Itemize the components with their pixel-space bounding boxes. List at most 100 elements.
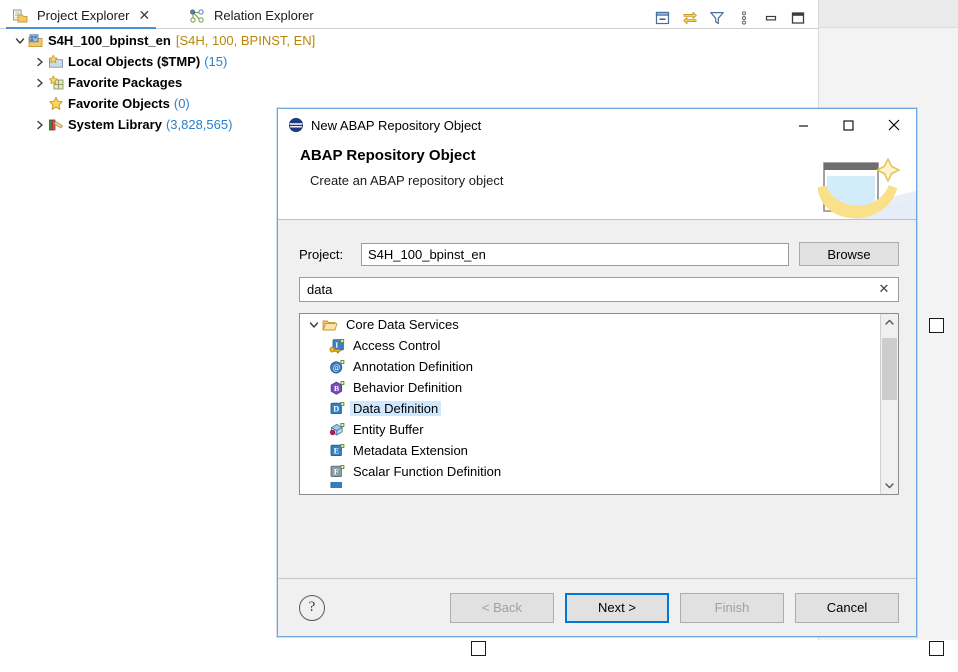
close-icon[interactable]: ✕ bbox=[138, 9, 150, 23]
maximize-icon[interactable] bbox=[790, 10, 806, 26]
dialog-footer: ? < Back Next > Finish Cancel bbox=[278, 579, 916, 636]
partial-item-icon bbox=[329, 482, 345, 488]
system-library-icon bbox=[48, 117, 64, 133]
filter-input[interactable] bbox=[300, 278, 898, 301]
project-row: Project: Browse bbox=[299, 242, 899, 266]
svg-text:F: F bbox=[334, 467, 339, 476]
favorite-packages-icon bbox=[48, 75, 64, 91]
filter-field-wrapper: ✕ bbox=[299, 277, 899, 302]
entity-buffer-icon bbox=[329, 422, 345, 438]
local-objects-icon bbox=[48, 54, 64, 70]
favorite-objects-icon bbox=[48, 96, 64, 112]
dialog-titlebar[interactable]: New ABAP Repository Object bbox=[278, 109, 916, 141]
maximize-button[interactable] bbox=[826, 109, 871, 141]
tree-row[interactable]: S4H_100_bpinst_en [S4H, 100, BPINST, EN] bbox=[0, 30, 818, 51]
list-item-label: Annotation Definition bbox=[350, 359, 476, 374]
eclipse-workbench: Project Explorer ✕ bbox=[0, 0, 958, 672]
tree-row[interactable]: Local Objects ($TMP) (15) bbox=[0, 51, 818, 72]
list-item[interactable]: @ Annotation Definition bbox=[300, 356, 881, 377]
relation-explorer-icon bbox=[189, 8, 205, 24]
no-twisty bbox=[32, 96, 48, 112]
chevron-down-icon[interactable] bbox=[12, 33, 28, 49]
sap-logo-icon bbox=[288, 117, 304, 133]
chevron-right-icon[interactable] bbox=[32, 75, 48, 91]
next-button[interactable]: Next > bbox=[565, 593, 669, 623]
tree-item-count: (3,828,565) bbox=[166, 117, 233, 132]
svg-text:@: @ bbox=[333, 363, 340, 372]
dialog-header: ABAP Repository Object Create an ABAP re… bbox=[278, 141, 916, 220]
tree-item-count: (15) bbox=[204, 54, 227, 69]
filter-icon[interactable] bbox=[709, 10, 725, 26]
dialog-title: New ABAP Repository Object bbox=[311, 118, 781, 133]
behavior-definition-icon: B bbox=[329, 380, 345, 396]
browse-button[interactable]: Browse bbox=[799, 242, 899, 266]
list-item-label: Metadata Extension bbox=[350, 443, 471, 458]
minimize-button[interactable] bbox=[781, 109, 826, 141]
list-scrollbar[interactable] bbox=[880, 314, 898, 494]
data-definition-icon: D bbox=[329, 401, 345, 417]
list-item[interactable]: Core Data Services bbox=[300, 314, 881, 335]
object-type-list-items: Core Data Services I bbox=[300, 314, 881, 494]
svg-text:E: E bbox=[334, 446, 340, 455]
scroll-up-icon[interactable] bbox=[881, 314, 898, 331]
tab-relation-explorer[interactable]: Relation Explorer bbox=[183, 4, 320, 27]
tab-label: Relation Explorer bbox=[214, 8, 314, 23]
view-tabstrip: Project Explorer ✕ bbox=[0, 0, 818, 29]
wizard-buttons: < Back Next > Finish Cancel bbox=[450, 593, 899, 623]
list-item-label: Access Control bbox=[350, 338, 443, 353]
view-toolbar bbox=[655, 9, 806, 27]
tab-project-explorer[interactable]: Project Explorer ✕ bbox=[6, 4, 156, 29]
scrollbar-thumb[interactable] bbox=[882, 338, 897, 400]
dialog-heading: ABAP Repository Object bbox=[300, 147, 476, 164]
dialog-body: Project: Browse ✕ bbox=[278, 220, 916, 636]
list-item[interactable]: Entity Buffer bbox=[300, 419, 881, 440]
svg-text:I: I bbox=[335, 340, 338, 349]
finish-button[interactable]: Finish bbox=[680, 593, 784, 623]
folder-icon bbox=[322, 317, 338, 333]
svg-text:B: B bbox=[334, 384, 339, 393]
list-item[interactable]: E Metadata Extension bbox=[300, 440, 881, 461]
list-item[interactable]: B Behavior Definition bbox=[300, 377, 881, 398]
tree-item-label: S4H_100_bpinst_en bbox=[48, 33, 171, 48]
clear-icon[interactable]: ✕ bbox=[876, 281, 892, 298]
missing-glyph-box bbox=[929, 318, 944, 333]
tree-item-label: Favorite Packages bbox=[68, 75, 182, 90]
access-control-icon: I bbox=[329, 338, 345, 354]
list-item[interactable]: I Access Control bbox=[300, 335, 881, 356]
scroll-down-icon[interactable] bbox=[881, 477, 898, 494]
list-item-partial[interactable] bbox=[300, 482, 881, 488]
list-item[interactable]: D Data Definition bbox=[300, 398, 881, 419]
link-with-editor-icon[interactable] bbox=[682, 10, 698, 26]
tree-item-count: (0) bbox=[174, 96, 190, 111]
help-button[interactable]: ? bbox=[299, 595, 325, 621]
new-abap-repository-object-dialog: New ABAP Repository Object ABAP Reposito… bbox=[277, 108, 917, 637]
project-explorer-icon bbox=[12, 8, 28, 24]
filter-row: ✕ bbox=[299, 277, 899, 302]
collapse-all-icon[interactable] bbox=[655, 10, 671, 26]
scalar-function-definition-icon: F bbox=[329, 464, 345, 480]
close-button[interactable] bbox=[871, 109, 916, 141]
list-item[interactable]: F Scalar Function Definition bbox=[300, 461, 881, 482]
cancel-button[interactable]: Cancel bbox=[795, 593, 899, 623]
view-menu-icon[interactable] bbox=[736, 10, 752, 26]
list-item-label: Entity Buffer bbox=[350, 422, 427, 437]
chevron-down-icon[interactable] bbox=[306, 320, 322, 330]
project-label: Project: bbox=[299, 247, 361, 262]
missing-glyph-box bbox=[471, 641, 486, 656]
project-input[interactable] bbox=[361, 243, 789, 266]
list-item-label: Core Data Services bbox=[343, 317, 462, 332]
chevron-right-icon[interactable] bbox=[32, 54, 48, 70]
editor-tabstrip bbox=[819, 0, 958, 28]
chevron-right-icon[interactable] bbox=[32, 117, 48, 133]
list-item-label: Data Definition bbox=[350, 401, 441, 416]
minimize-icon[interactable] bbox=[763, 10, 779, 26]
back-button[interactable]: < Back bbox=[450, 593, 554, 623]
svg-text:D: D bbox=[333, 404, 339, 413]
window-controls bbox=[781, 109, 916, 141]
tree-row[interactable]: Favorite Packages bbox=[0, 72, 818, 93]
metadata-extension-icon: E bbox=[329, 443, 345, 459]
tree-item-label: Local Objects ($TMP) bbox=[68, 54, 200, 69]
annotation-definition-icon: @ bbox=[329, 359, 345, 375]
tree-item-label: Favorite Objects bbox=[68, 96, 170, 111]
list-item-label: Behavior Definition bbox=[350, 380, 465, 395]
